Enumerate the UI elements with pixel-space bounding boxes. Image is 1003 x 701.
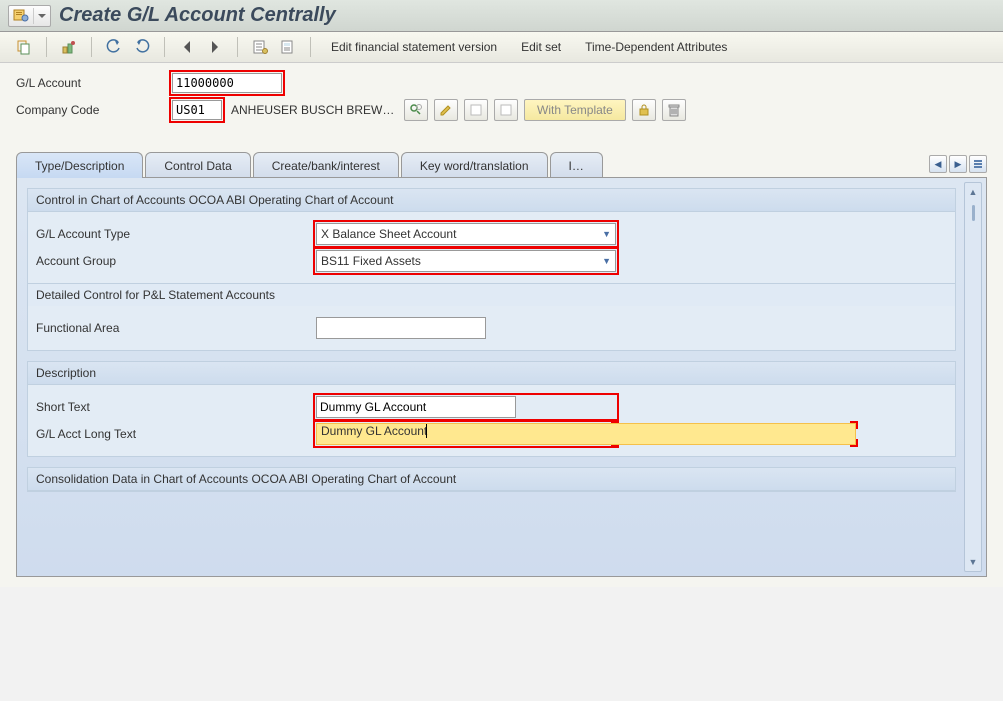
functional-area-label: Functional Area: [36, 321, 316, 335]
divider: [46, 37, 47, 57]
dropdown-icon: ▼: [602, 229, 611, 239]
account-group-label: Account Group: [36, 254, 316, 268]
title-bar: Create G/L Account Centrally: [0, 0, 1003, 32]
gl-account-type-select[interactable]: X Balance Sheet Account ▼: [316, 223, 616, 245]
next-icon[interactable]: [203, 36, 227, 58]
divider: [91, 37, 92, 57]
toolbar: Edit financial statement version Edit se…: [0, 32, 1003, 63]
gl-account-label: G/L Account: [16, 76, 166, 90]
tab-list-icon[interactable]: [969, 155, 987, 173]
tab-container: Type/Description Control Data Create/ban…: [16, 151, 987, 577]
content-area: G/L Account Company Code ANHEUSER BUSCH …: [0, 63, 1003, 587]
company-code-input[interactable]: [172, 100, 222, 120]
edit-icon[interactable]: [434, 99, 458, 121]
tab-bar: Type/Description Control Data Create/ban…: [16, 151, 987, 177]
tab-scroll-left-icon[interactable]: ◀: [929, 155, 947, 173]
group-coa-header: Control in Chart of Accounts OCOA ABI Op…: [28, 189, 955, 212]
forward-icon[interactable]: [130, 36, 154, 58]
scroll-down-icon[interactable]: ▼: [966, 555, 980, 569]
create-icon[interactable]: [464, 99, 488, 121]
menu-button[interactable]: [8, 5, 51, 27]
functional-area-input[interactable]: [316, 317, 486, 339]
scroll-up-icon[interactable]: ▲: [966, 185, 980, 199]
worklist-icon[interactable]: [248, 36, 272, 58]
company-code-label: Company Code: [16, 103, 166, 117]
account-group-value: BS11 Fixed Assets: [321, 254, 421, 268]
subgroup-pl: Detailed Control for P&L Statement Accou…: [28, 283, 955, 350]
edit-fin-statement-button[interactable]: Edit financial statement version: [321, 38, 507, 56]
dropdown-icon: [33, 8, 50, 24]
group-description: Description Short Text G/L Acct Long Tex…: [27, 361, 956, 457]
group-coa-control: Control in Chart of Accounts OCOA ABI Op…: [27, 188, 956, 351]
long-text-label: G/L Acct Long Text: [36, 427, 316, 441]
long-text-input[interactable]: Dummy GL Account: [316, 423, 616, 445]
divider: [310, 37, 311, 57]
other-object-icon[interactable]: [12, 36, 36, 58]
scroll-handle[interactable]: [972, 205, 975, 221]
dropdown-icon: ▼: [602, 256, 611, 266]
tab-more[interactable]: I…: [550, 152, 603, 178]
tab-bank[interactable]: Create/bank/interest: [253, 152, 399, 178]
cost-element-icon[interactable]: [57, 36, 81, 58]
tab-type-desc[interactable]: Type/Description: [16, 152, 143, 178]
with-template-button[interactable]: With Template: [524, 99, 626, 121]
gl-account-type-value: X Balance Sheet Account: [321, 227, 456, 241]
group-consolidation: Consolidation Data in Chart of Accounts …: [27, 467, 956, 492]
create-ref-icon[interactable]: [494, 99, 518, 121]
subgroup-pl-header: Detailed Control for P&L Statement Accou…: [28, 284, 955, 306]
tab-panel: ▲ ▼ Control in Chart of Accounts OCOA AB…: [16, 177, 987, 577]
group-description-header: Description: [28, 362, 955, 385]
back-icon[interactable]: [102, 36, 126, 58]
short-text-label: Short Text: [36, 400, 316, 414]
company-code-desc: ANHEUSER BUSCH BREWI…: [228, 103, 398, 117]
panel-scrollbar[interactable]: ▲ ▼: [964, 182, 982, 572]
display-icon[interactable]: [404, 99, 428, 121]
tab-nav: ◀ ▶: [929, 155, 987, 177]
lock-icon[interactable]: [632, 99, 656, 121]
time-dep-attr-button[interactable]: Time-Dependent Attributes: [575, 38, 737, 56]
group-consolidation-header: Consolidation Data in Chart of Accounts …: [28, 468, 955, 491]
long-text-input-ext[interactable]: [616, 423, 856, 445]
divider: [164, 37, 165, 57]
form-icon: [9, 6, 33, 26]
delete-icon[interactable]: [662, 99, 686, 121]
edit-set-button[interactable]: Edit set: [511, 38, 571, 56]
tab-control[interactable]: Control Data: [145, 152, 250, 178]
save-variant-icon[interactable]: [276, 36, 300, 58]
prev-icon[interactable]: [175, 36, 199, 58]
tab-scroll-right-icon[interactable]: ▶: [949, 155, 967, 173]
page-title: Create G/L Account Centrally: [59, 4, 336, 27]
short-text-input[interactable]: [316, 396, 516, 418]
gl-account-input[interactable]: [172, 73, 282, 93]
tab-keyword[interactable]: Key word/translation: [401, 152, 548, 178]
gl-account-type-label: G/L Account Type: [36, 227, 316, 241]
divider: [237, 37, 238, 57]
account-group-select[interactable]: BS11 Fixed Assets ▼: [316, 250, 616, 272]
